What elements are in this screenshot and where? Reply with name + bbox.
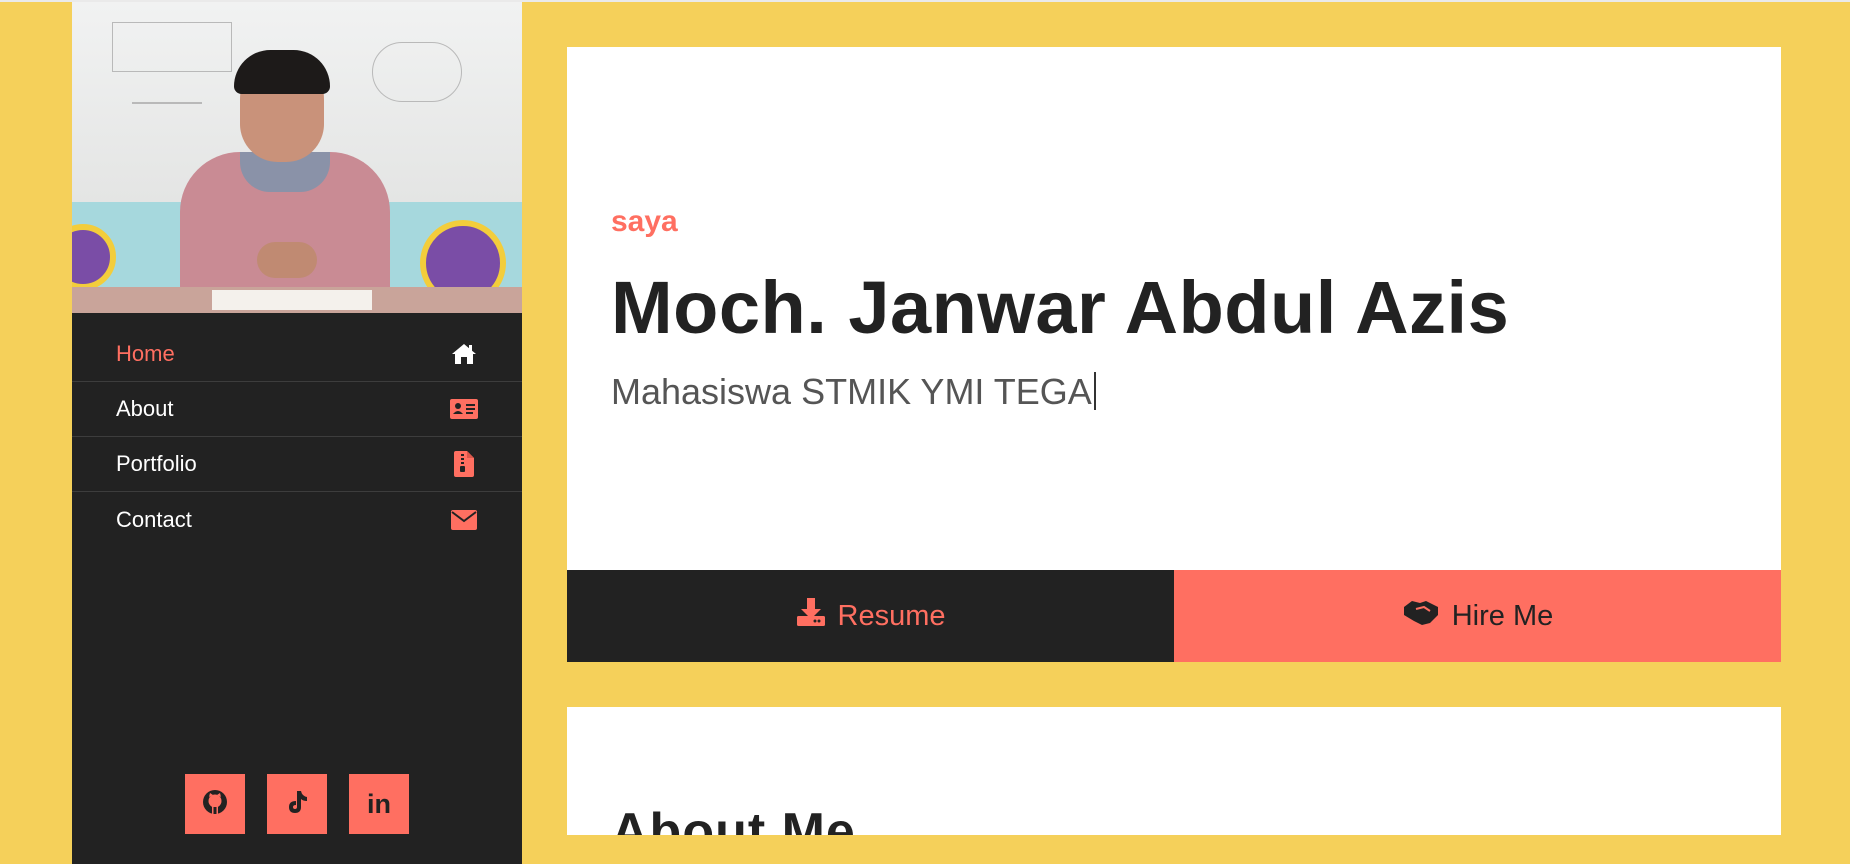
nav-item-contact[interactable]: Contact (72, 492, 522, 547)
nav-item-about[interactable]: About (72, 382, 522, 437)
linkedin-button[interactable]: in (349, 774, 409, 834)
hero-buttons: Resume Hire Me (567, 570, 1781, 662)
hire-me-label: Hire Me (1451, 599, 1554, 632)
sidebar-nav: Home About Portfolio Contact (72, 327, 522, 547)
hero-card: saya Moch. Janwar Abdul Azis Mahasiswa S… (567, 47, 1781, 570)
hero-role: Mahasiswa STMIK YMI TEGA (611, 371, 1092, 412)
typing-caret (1093, 372, 1096, 410)
resume-label: Resume (837, 599, 946, 632)
about-section: About Me (567, 707, 1781, 835)
hero-subtitle: saya (611, 205, 678, 238)
github-button[interactable] (185, 774, 245, 834)
github-icon (201, 788, 229, 821)
social-links: in (72, 774, 522, 834)
download-icon (796, 597, 826, 635)
home-icon (450, 340, 478, 368)
file-zipper-icon (450, 450, 478, 478)
linkedin-icon: in (367, 788, 391, 819)
about-title: About Me (611, 803, 856, 835)
nav-label-contact: Contact (116, 506, 192, 532)
nav-item-home[interactable]: Home (72, 327, 522, 382)
envelope-icon (450, 506, 478, 534)
hero-role-line: Mahasiswa STMIK YMI TEGA (611, 371, 1096, 413)
nav-item-portfolio[interactable]: Portfolio (72, 437, 522, 492)
nav-label-home: Home (116, 341, 175, 366)
handshake-icon (1402, 597, 1440, 635)
tiktok-button[interactable] (267, 774, 327, 834)
id-card-icon (450, 395, 478, 423)
sidebar: Home About Portfolio Contact in (72, 2, 522, 864)
nav-label-portfolio: Portfolio (116, 451, 197, 476)
resume-button[interactable]: Resume (567, 570, 1174, 662)
hero-name: Moch. Janwar Abdul Azis (611, 266, 1510, 349)
nav-label-about: About (116, 396, 174, 421)
profile-photo (72, 2, 522, 313)
tiktok-icon (285, 789, 309, 820)
hire-me-button[interactable]: Hire Me (1174, 570, 1781, 662)
